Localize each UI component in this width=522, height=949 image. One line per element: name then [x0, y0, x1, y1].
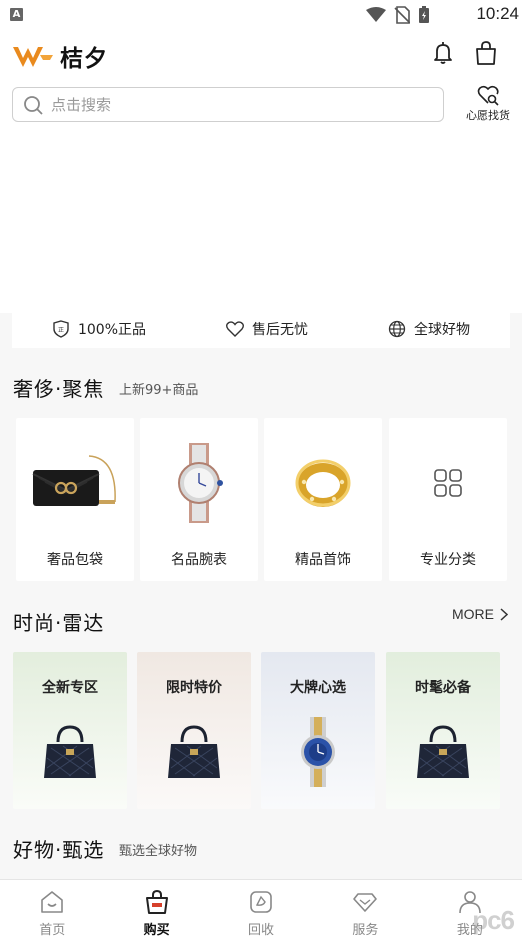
- guarantee-strip: 正 100%正品 售后无忧 全球好物: [12, 296, 510, 348]
- ring-image: [273, 438, 373, 528]
- trend-card-title: 限时特价: [166, 680, 222, 696]
- watch-image: [283, 717, 353, 787]
- recycle-icon: [250, 891, 272, 913]
- tab-label: 回收: [248, 923, 275, 938]
- guarantee-label: 100%正品: [77, 322, 147, 338]
- bottom-tab-bar: 首页 购买 回收 服务 我的: [0, 879, 522, 949]
- selection-section-title: 好物·甄选: [13, 838, 105, 862]
- heart-icon: [226, 321, 244, 337]
- tab-label: 首页: [39, 923, 66, 938]
- fashion-section-title: 时尚·雷达: [13, 611, 105, 635]
- wish-find-button[interactable]: 心愿找货: [460, 82, 516, 126]
- guarantee-after-sales: 售后无忧: [226, 319, 308, 339]
- tab-service[interactable]: 服务: [313, 880, 417, 949]
- wifi-icon: [366, 7, 386, 22]
- category-label: 名品腕表: [171, 552, 227, 568]
- category-label: 专业分类: [420, 552, 476, 568]
- shopping-bag-icon[interactable]: [473, 40, 499, 66]
- status-icons: [366, 6, 430, 24]
- guarantee-global: 全球好物: [388, 319, 470, 339]
- trend-card-title: 全新专区: [42, 680, 98, 696]
- search-input[interactable]: [51, 88, 431, 121]
- bell-icon[interactable]: [430, 40, 456, 66]
- diamond-icon: [353, 893, 378, 912]
- handbag-image: [35, 717, 105, 787]
- tab-home[interactable]: 首页: [0, 880, 104, 949]
- logo-icon: [13, 47, 53, 67]
- tab-buy[interactable]: 购买: [104, 880, 208, 949]
- luxury-section-title: 奢侈·聚焦: [13, 377, 105, 401]
- header: 桔夕 心愿找货: [0, 30, 522, 136]
- more-label: MORE: [452, 606, 494, 622]
- trend-card-new[interactable]: 全新专区: [13, 652, 127, 809]
- app-notification-icon: A: [10, 8, 23, 21]
- shield-icon: 正: [53, 320, 69, 338]
- trend-card-brands[interactable]: 大牌心选: [261, 652, 375, 809]
- handbag-image: [25, 438, 125, 528]
- handbag-image: [159, 717, 229, 787]
- tab-label: 服务: [352, 923, 379, 938]
- heart-search-icon: [477, 85, 499, 106]
- trend-card-sale[interactable]: 限时特价: [137, 652, 251, 809]
- guarantee-label: 全球好物: [413, 322, 470, 338]
- tab-label: 购买: [143, 923, 170, 938]
- no-sim-icon: [394, 6, 410, 24]
- banner[interactable]: [0, 136, 522, 313]
- globe-icon: [388, 320, 406, 338]
- category-jewelry[interactable]: 精品首饰: [264, 418, 382, 581]
- home-icon: [41, 891, 64, 913]
- watermark: pc6: [472, 905, 515, 935]
- clock: 10:24: [476, 4, 519, 23]
- status-bar: A 10:24: [0, 0, 522, 30]
- guarantee-label: 售后无忧: [252, 322, 308, 338]
- chevron-right-icon: [500, 607, 508, 621]
- search-icon: [24, 96, 43, 115]
- guarantee-authentic: 正 100%正品: [52, 319, 146, 339]
- category-watches[interactable]: 名品腕表: [140, 418, 258, 581]
- trend-card-title: 大牌心选: [290, 680, 346, 696]
- category-label: 精品首饰: [295, 552, 351, 568]
- brand-logo: 桔夕: [12, 39, 108, 73]
- brand-name: 桔夕: [60, 46, 108, 72]
- svg-text:正: 正: [58, 327, 64, 334]
- category-handbags[interactable]: 奢品包袋: [16, 418, 134, 581]
- trend-card-title: 时髦必备: [415, 680, 471, 696]
- category-all[interactable]: 专业分类: [389, 418, 507, 581]
- bag-icon: [145, 889, 168, 914]
- luxury-section-subtitle: 上新99+商品: [119, 383, 199, 398]
- more-link[interactable]: MORE: [452, 606, 508, 622]
- search-bar[interactable]: [12, 87, 444, 122]
- watch-image: [149, 438, 249, 528]
- selection-section-subtitle: 甄选全球好物: [119, 844, 198, 859]
- category-label: 奢品包袋: [47, 552, 103, 568]
- battery-icon: [419, 6, 429, 23]
- trend-card-musthave[interactable]: 时髦必备: [386, 652, 500, 809]
- tab-recycle[interactable]: 回收: [209, 880, 313, 949]
- handbag-image: [408, 717, 478, 787]
- wish-find-label: 心愿找货: [466, 109, 510, 122]
- grid-icon: [398, 438, 498, 528]
